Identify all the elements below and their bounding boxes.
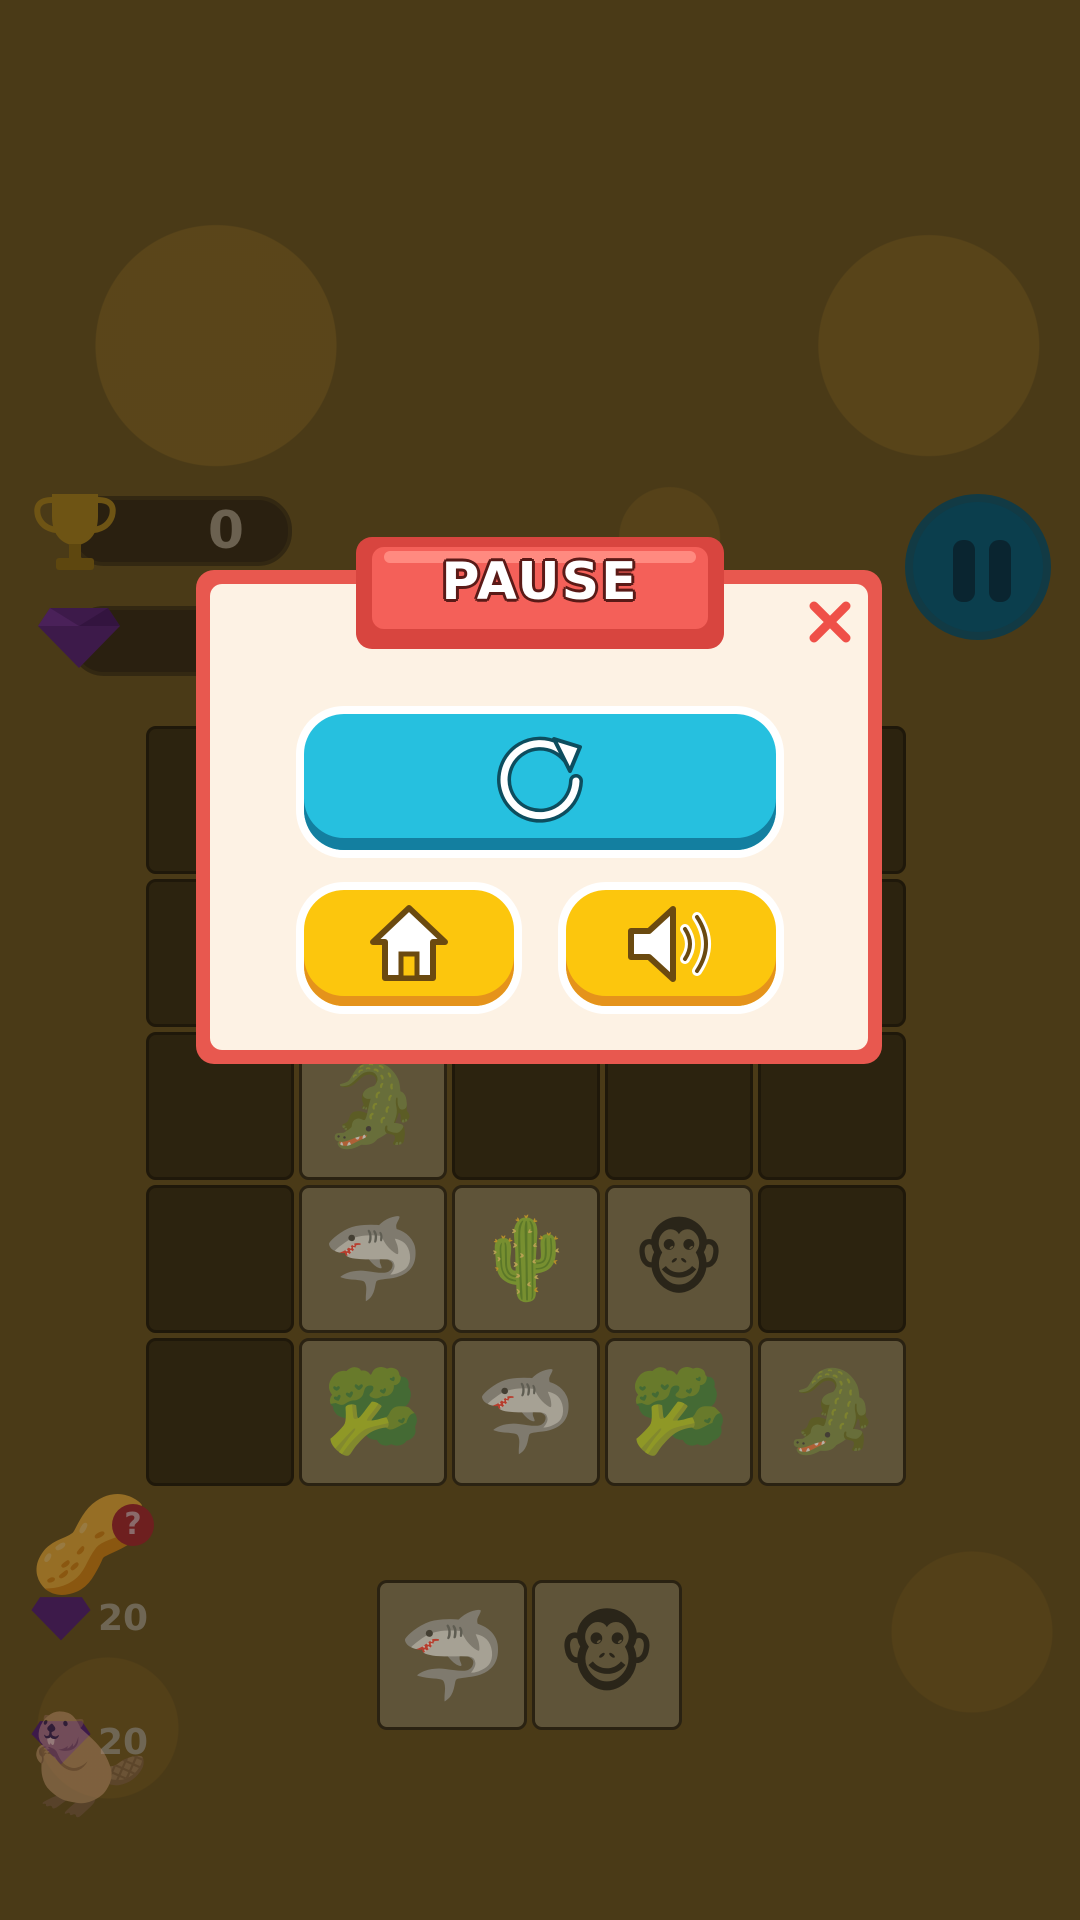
cactus-elephant-icon: 🌵 bbox=[476, 1212, 576, 1305]
crocodile-plane-icon: 🐊 bbox=[782, 1365, 882, 1458]
broccoli-man-icon: 🥦 bbox=[629, 1365, 729, 1458]
board-cell[interactable]: 🦈 bbox=[299, 1185, 447, 1333]
board-cell[interactable]: 🥦 bbox=[299, 1338, 447, 1486]
trophy-icon bbox=[34, 494, 116, 570]
tray-slot[interactable]: 🦈 bbox=[377, 1580, 527, 1730]
sound-button[interactable] bbox=[558, 882, 784, 1014]
gem-icon bbox=[38, 608, 120, 668]
gem-icon bbox=[31, 1597, 91, 1641]
home-icon bbox=[370, 905, 448, 981]
pause-icon bbox=[953, 540, 975, 602]
restart-icon bbox=[497, 736, 583, 823]
tray-slot[interactable]: 🐵 bbox=[532, 1580, 682, 1730]
capybara-character-icon: 🦫 bbox=[30, 1708, 150, 1820]
speaker-icon bbox=[628, 906, 711, 982]
board-cell[interactable]: 🌵 bbox=[452, 1185, 600, 1333]
shark-sneakers-icon: 🦈 bbox=[323, 1212, 423, 1305]
helper-price: 20 bbox=[98, 1597, 149, 1639]
help-icon[interactable]: ? bbox=[112, 1504, 154, 1546]
board-cell bbox=[758, 1185, 906, 1333]
pause-button[interactable] bbox=[905, 494, 1051, 640]
close-button[interactable] bbox=[798, 590, 862, 654]
board-cell[interactable]: 🦈 bbox=[452, 1338, 600, 1486]
monkey-banana-icon: 🐵 bbox=[632, 1212, 726, 1306]
modal-title: PAUSE bbox=[441, 552, 639, 612]
broccoli-man-icon: 🥦 bbox=[323, 1365, 423, 1458]
home-button[interactable] bbox=[296, 882, 522, 1014]
board-cell[interactable]: 🐊 bbox=[758, 1338, 906, 1486]
monkey-banana-icon: 🐵 bbox=[557, 1605, 657, 1705]
shark-sneakers-icon: 🦈 bbox=[476, 1365, 576, 1458]
shark-sneakers-icon: 🦈 bbox=[398, 1605, 506, 1706]
close-icon bbox=[809, 601, 851, 643]
board-cell bbox=[146, 1185, 294, 1333]
board-cell bbox=[146, 1338, 294, 1486]
board-cell[interactable]: 🐵 bbox=[605, 1185, 753, 1333]
board-cell[interactable]: 🥦 bbox=[605, 1338, 753, 1486]
restart-button[interactable] bbox=[296, 706, 784, 858]
